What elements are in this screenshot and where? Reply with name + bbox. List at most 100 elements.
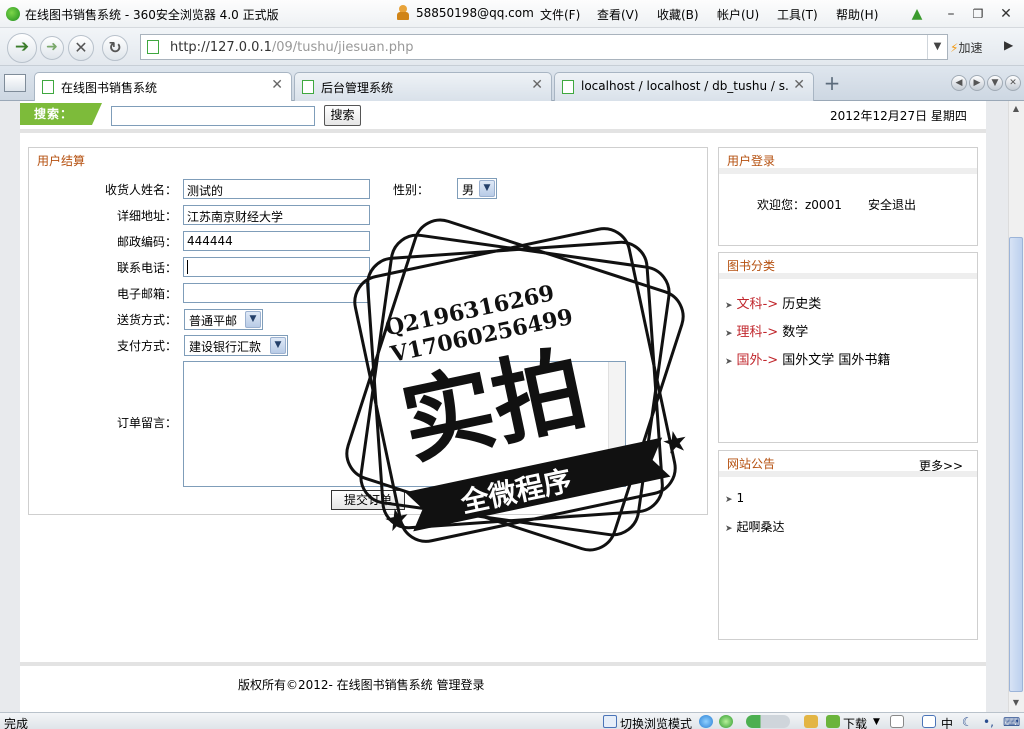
moon-icon[interactable]: ☾ (962, 715, 973, 729)
tab-bookstore[interactable]: 在线图书销售系统 ✕ (34, 72, 292, 101)
subcategory-link[interactable]: 数学 (782, 325, 808, 340)
bullet-icon: ➤ (725, 301, 733, 311)
window-title: 在线图书销售系统 - 360安全浏览器 4.0 正式版 (25, 8, 279, 22)
logout-link[interactable]: 安全退出 (868, 196, 916, 213)
address-dropdown-icon[interactable]: ▼ (927, 35, 947, 59)
close-window-button[interactable]: ✕ (995, 4, 1017, 24)
textarea-scrollbar[interactable] (608, 362, 625, 486)
speed-up-button[interactable]: ⚡加速 (950, 39, 982, 56)
toolbar-more-icon[interactable]: ▶ (1004, 38, 1013, 52)
sidebar-toggle-icon[interactable] (4, 74, 26, 92)
footer-text: 版权所有©2012- 在线图书销售系统 管理登录 (238, 678, 485, 692)
download-icon[interactable] (826, 715, 840, 728)
scroll-down-icon[interactable]: ▼ (1009, 696, 1023, 710)
payment-label: 支付方式： (116, 339, 177, 353)
text-cursor (187, 260, 188, 274)
status-bar: 完成 切换浏览模式 下载 ▼ 中 ☾ •, ⌨ (0, 712, 1024, 729)
menu-file[interactable]: 文件(F) (540, 6, 580, 23)
menu-view[interactable]: 查看(V) (597, 6, 639, 23)
chevron-down-icon: ▼ (479, 180, 495, 197)
skin-icon[interactable]: ▲ (906, 4, 928, 24)
ime-logo-icon[interactable] (922, 715, 936, 728)
page-icon (42, 80, 54, 94)
folder-icon (603, 715, 617, 728)
search-input[interactable] (111, 106, 315, 126)
history-icon[interactable] (890, 715, 904, 728)
subcategory-link[interactable]: 国外文学 国外书籍 (782, 353, 890, 368)
account-email[interactable]: 58850198@qq.com (416, 6, 534, 20)
search-bar: 搜索： 搜索 2012年12月27日 星期四 (20, 101, 986, 133)
name-label: 收货人姓名： (104, 183, 177, 197)
tab-admin[interactable]: 后台管理系统 ✕ (294, 72, 552, 101)
phone-field[interactable] (183, 257, 370, 277)
order-note-textarea[interactable] (183, 361, 626, 487)
notice-title: 网站公告 (727, 457, 776, 471)
page-icon (562, 80, 574, 94)
scroll-up-icon[interactable]: ▲ (1009, 102, 1023, 116)
welcome-text: 欢迎您：z0001 (757, 198, 842, 212)
login-title: 用户登录 (727, 154, 776, 168)
address-url[interactable]: http://127.0.0.1/09/tushu/jiesuan.php (170, 40, 413, 55)
screenshot-icon[interactable] (804, 715, 818, 728)
menu-favorites[interactable]: 收藏(B) (657, 6, 699, 23)
email-label: 电子邮箱： (116, 287, 177, 301)
forward-arrow-icon[interactable]: ➜ (40, 36, 64, 60)
back-arrow-icon[interactable]: ➔ (7, 33, 37, 63)
category-link[interactable]: 文科 (737, 297, 763, 312)
minimize-button[interactable]: – (940, 4, 962, 24)
status-text: 完成 (4, 717, 29, 729)
security-icon[interactable] (719, 715, 733, 728)
menu-tools[interactable]: 工具(T) (777, 6, 818, 23)
ie-mode-icon[interactable] (699, 715, 713, 728)
panel-divider (719, 471, 977, 477)
chevron-down-icon: ▼ (245, 311, 261, 328)
toggle-icon[interactable] (746, 715, 790, 728)
punctuation-icon[interactable]: •, (983, 715, 994, 729)
address-bar[interactable]: http://127.0.0.1/09/tushu/jiesuan.php ▼ (140, 34, 948, 60)
category-link[interactable]: 国外 (737, 353, 763, 368)
menu-help[interactable]: 帮助(H) (836, 6, 878, 23)
stop-icon[interactable]: ✕ (68, 35, 94, 61)
category-title: 图书分类 (727, 259, 776, 273)
account-icon[interactable] (397, 5, 409, 21)
search-button[interactable]: 搜索 (324, 105, 361, 126)
bullet-icon: ➤ (725, 524, 733, 534)
restore-button[interactable]: ❐ (967, 4, 989, 24)
panel-divider (719, 168, 977, 174)
keyboard-icon[interactable]: ⌨ (1003, 715, 1020, 729)
tab-scroll-left-icon[interactable]: ◀ (951, 75, 967, 91)
notice-item[interactable]: ➤ 起啊桑达 (725, 518, 785, 535)
footer-divider (20, 662, 986, 666)
tab-list-icon[interactable]: ▼ (987, 75, 1003, 91)
close-tab-icon[interactable]: ✕ (793, 77, 805, 93)
note-label: 订单留言： (116, 416, 177, 430)
payment-select[interactable]: 建设银行汇款 ▼ (184, 335, 288, 356)
chevron-down-icon[interactable]: ▼ (873, 717, 880, 727)
submit-order-button[interactable]: 提交订单 (331, 490, 405, 510)
menu-account[interactable]: 帐户(U) (717, 6, 759, 23)
tab-phpmyadmin[interactable]: localhost / localhost / db_tushu / s... … (554, 72, 814, 101)
tab-scroll-right-icon[interactable]: ▶ (969, 75, 985, 91)
close-tab-icon[interactable]: ✕ (271, 77, 283, 93)
close-tab-icon[interactable]: ✕ (531, 77, 543, 93)
login-panel: 用户登录 欢迎您：z0001 安全退出 (718, 147, 978, 246)
scrollbar-thumb[interactable] (1009, 237, 1023, 692)
chevron-down-icon: ▼ (270, 337, 286, 354)
page-content: 搜索： 搜索 2012年12月27日 星期四 用户结算 收货人姓名： 测试的 性… (20, 101, 986, 712)
notice-item[interactable]: ➤ 1 (725, 491, 744, 505)
category-link[interactable]: 理科 (737, 325, 763, 340)
email-field[interactable] (183, 283, 370, 303)
delivery-select[interactable]: 普通平邮 ▼ (184, 309, 263, 330)
refresh-icon[interactable]: ↻ (102, 35, 128, 61)
tab-close-all-icon[interactable]: ✕ (1005, 75, 1021, 91)
download-button[interactable]: 下载 (843, 715, 867, 729)
zip-field[interactable]: 444444 (183, 231, 370, 251)
ime-mode[interactable]: 中 (941, 715, 953, 729)
new-tab-button[interactable]: + (818, 72, 846, 96)
address-field[interactable]: 江苏南京财经大学 (183, 205, 370, 225)
navigation-bar: ➔ ➜ ✕ ↻ http://127.0.0.1/09/tushu/jiesua… (0, 28, 1024, 66)
gender-select[interactable]: 男 ▼ (457, 178, 497, 199)
subcategory-link[interactable]: 历史类 (782, 297, 821, 312)
page-icon (147, 40, 159, 54)
switch-mode-button[interactable]: 切换浏览模式 (620, 715, 692, 729)
